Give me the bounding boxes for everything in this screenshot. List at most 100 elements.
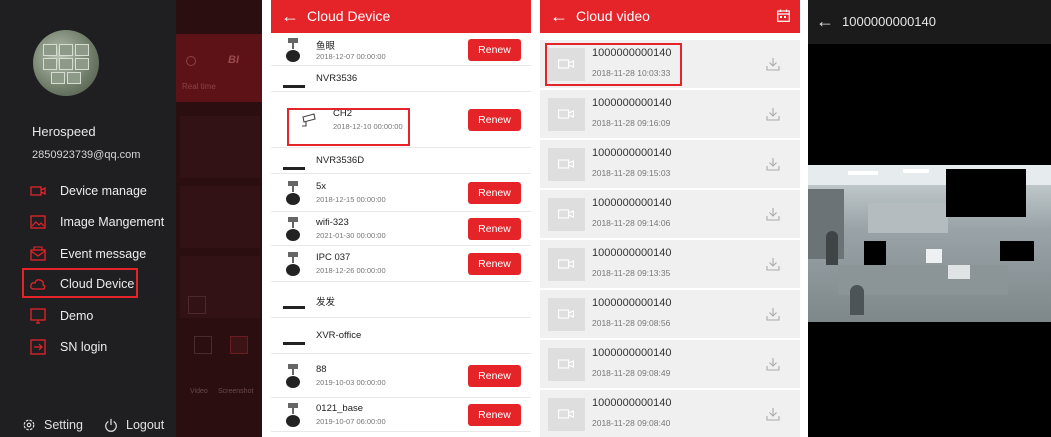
video-name: 1000000000140 bbox=[592, 197, 672, 209]
renew-button[interactable]: Renew bbox=[468, 218, 521, 240]
renew-button[interactable]: Renew bbox=[468, 365, 521, 387]
download-icon[interactable] bbox=[766, 207, 780, 221]
video-thumbnail bbox=[548, 148, 585, 181]
video-date: 2018-11-28 09:08:56 bbox=[592, 318, 671, 328]
device-name: 0121_base bbox=[316, 403, 364, 414]
video-camera-icon bbox=[558, 359, 574, 369]
page-title: Cloud Device bbox=[307, 8, 391, 24]
video-name: 1000000000140 bbox=[592, 297, 672, 309]
device-row[interactable]: NVR3536D bbox=[271, 148, 531, 174]
video-row[interactable]: 1000000000140 2018-11-28 09:15:03 bbox=[540, 140, 800, 189]
bullet-camera-icon bbox=[285, 251, 301, 277]
video-camera-icon bbox=[558, 309, 574, 319]
nvr-icon bbox=[283, 76, 305, 88]
device-row[interactable]: 2018-12-26 00:00:00 IPC 037 Renew bbox=[271, 246, 531, 282]
menu-item-event-message[interactable]: Event message bbox=[30, 242, 146, 266]
device-name: 5x bbox=[316, 181, 327, 192]
menu-item-sn-login[interactable]: SN login bbox=[30, 335, 107, 359]
device-expiry-date: 2021-01-30 00:00:00 bbox=[316, 231, 386, 240]
video-camera-icon bbox=[558, 109, 574, 119]
download-icon[interactable] bbox=[766, 357, 780, 371]
background-tab-realtime: Real time bbox=[182, 82, 216, 91]
renew-button[interactable]: Renew bbox=[468, 109, 521, 131]
gear-icon bbox=[23, 419, 35, 431]
renew-button[interactable]: Renew bbox=[468, 404, 521, 426]
device-expiry-date: 2019-10-03 00:00:00 bbox=[316, 378, 386, 387]
video-row[interactable]: 1000000000140 2018-11-28 09:08:49 bbox=[540, 340, 800, 389]
device-name: 88 bbox=[316, 364, 327, 375]
camera-icon bbox=[30, 183, 46, 199]
video-thumbnail bbox=[548, 198, 585, 231]
bullet-camera-icon bbox=[285, 363, 301, 389]
video-camera-icon bbox=[558, 409, 574, 419]
video-thumbnail bbox=[548, 248, 585, 281]
sn-login-icon bbox=[30, 339, 46, 355]
device-row[interactable]: 发发 bbox=[271, 282, 531, 318]
setting-button[interactable]: Setting bbox=[22, 418, 83, 432]
page-title: Cloud video bbox=[576, 8, 650, 24]
device-row[interactable]: 2019-10-03 00:00:00 88 Renew bbox=[271, 354, 531, 398]
renew-button[interactable]: Renew bbox=[468, 182, 521, 204]
cloud-device-panel: ← Cloud Device 2018-12-07 00:00:00 鱼眼 Rene… bbox=[271, 0, 531, 437]
download-icon[interactable] bbox=[766, 407, 780, 421]
video-thumbnail bbox=[548, 298, 585, 331]
download-icon[interactable] bbox=[766, 57, 780, 71]
user-name: Herospeed bbox=[32, 124, 96, 139]
video-frame[interactable] bbox=[808, 165, 1051, 322]
device-row[interactable]: 2018-12-15 00:00:00 5x Renew bbox=[271, 174, 531, 212]
video-player-panel: ← 1000000000140 bbox=[808, 0, 1051, 437]
device-name: 发发 bbox=[316, 297, 336, 308]
video-row[interactable]: 1000000000140 2018-11-28 09:08:56 bbox=[540, 290, 800, 339]
cloud-video-panel: ← Cloud video 1000000000140 2018-11-28 10… bbox=[540, 0, 800, 437]
download-icon[interactable] bbox=[766, 257, 780, 271]
download-icon[interactable] bbox=[766, 157, 780, 171]
device-name: NVR3536 bbox=[316, 73, 358, 84]
renew-button[interactable]: Renew bbox=[468, 253, 521, 275]
video-row[interactable]: 1000000000140 2018-11-28 09:14:06 bbox=[540, 190, 800, 239]
device-name: XVR-office bbox=[316, 330, 362, 341]
ch2-highlight bbox=[287, 108, 410, 146]
back-arrow-icon[interactable]: ← bbox=[281, 5, 299, 27]
logout-label: Logout bbox=[126, 418, 165, 432]
device-row[interactable]: 2021-01-30 00:00:00 wifi-323 Renew bbox=[271, 212, 531, 246]
device-name: IPC 037 bbox=[316, 252, 351, 263]
device-name: wifi-323 bbox=[316, 217, 349, 228]
calendar-icon[interactable] bbox=[777, 9, 790, 22]
device-row[interactable]: 2019-10-07 06:00:00 0121_base Renew bbox=[271, 398, 531, 432]
video-date: 2018-11-28 09:16:09 bbox=[592, 118, 671, 128]
background-header: BI Real time bbox=[176, 34, 262, 102]
back-arrow-icon[interactable]: ← bbox=[550, 5, 568, 27]
video-name: 1000000000140 bbox=[592, 247, 672, 259]
renew-button[interactable]: Renew bbox=[468, 38, 521, 61]
bullet-camera-icon bbox=[285, 37, 301, 63]
privacy-mask bbox=[946, 169, 1026, 217]
device-expiry-date: 2018-12-26 00:00:00 bbox=[316, 266, 386, 275]
device-row[interactable]: 2018-12-07 00:00:00 鱼眼 Renew bbox=[271, 33, 531, 66]
device-row[interactable]: NVR3536 bbox=[271, 66, 531, 92]
video-date: 2018-11-28 09:13:35 bbox=[592, 268, 671, 278]
bullet-camera-icon bbox=[285, 402, 301, 428]
video-camera-icon bbox=[558, 159, 574, 169]
menu-item-label: SN login bbox=[60, 340, 108, 354]
logout-button[interactable]: Logout bbox=[104, 418, 164, 432]
demo-icon bbox=[30, 308, 46, 324]
background-tile bbox=[180, 186, 260, 248]
download-icon[interactable] bbox=[766, 107, 780, 121]
background-square bbox=[188, 296, 206, 314]
video-row[interactable]: 1000000000140 2018-11-28 09:16:09 bbox=[540, 90, 800, 139]
avatar[interactable] bbox=[33, 30, 99, 96]
device-row[interactable]: XVR-office bbox=[271, 318, 531, 354]
menu-item-device-manage[interactable]: Device manage bbox=[30, 179, 147, 203]
side-drawer-panel: BI Real time Video Screenshot Herospeed … bbox=[0, 0, 262, 437]
video-row[interactable]: 1000000000140 2018-11-28 09:08:40 bbox=[540, 390, 800, 437]
device-name: 鱼眼 bbox=[316, 40, 336, 52]
download-icon[interactable] bbox=[766, 307, 780, 321]
back-arrow-icon[interactable]: ← bbox=[816, 10, 834, 32]
background-logo: BI bbox=[228, 54, 239, 66]
menu-item-image-management[interactable]: Image Mangement bbox=[30, 210, 164, 234]
video-row[interactable]: 1000000000140 2018-11-28 09:13:35 bbox=[540, 240, 800, 289]
menu-item-demo[interactable]: Demo bbox=[30, 304, 93, 328]
background-tile bbox=[180, 116, 260, 178]
player-header: ← 1000000000140 bbox=[808, 0, 1051, 44]
video-name: 1000000000140 bbox=[592, 97, 672, 109]
